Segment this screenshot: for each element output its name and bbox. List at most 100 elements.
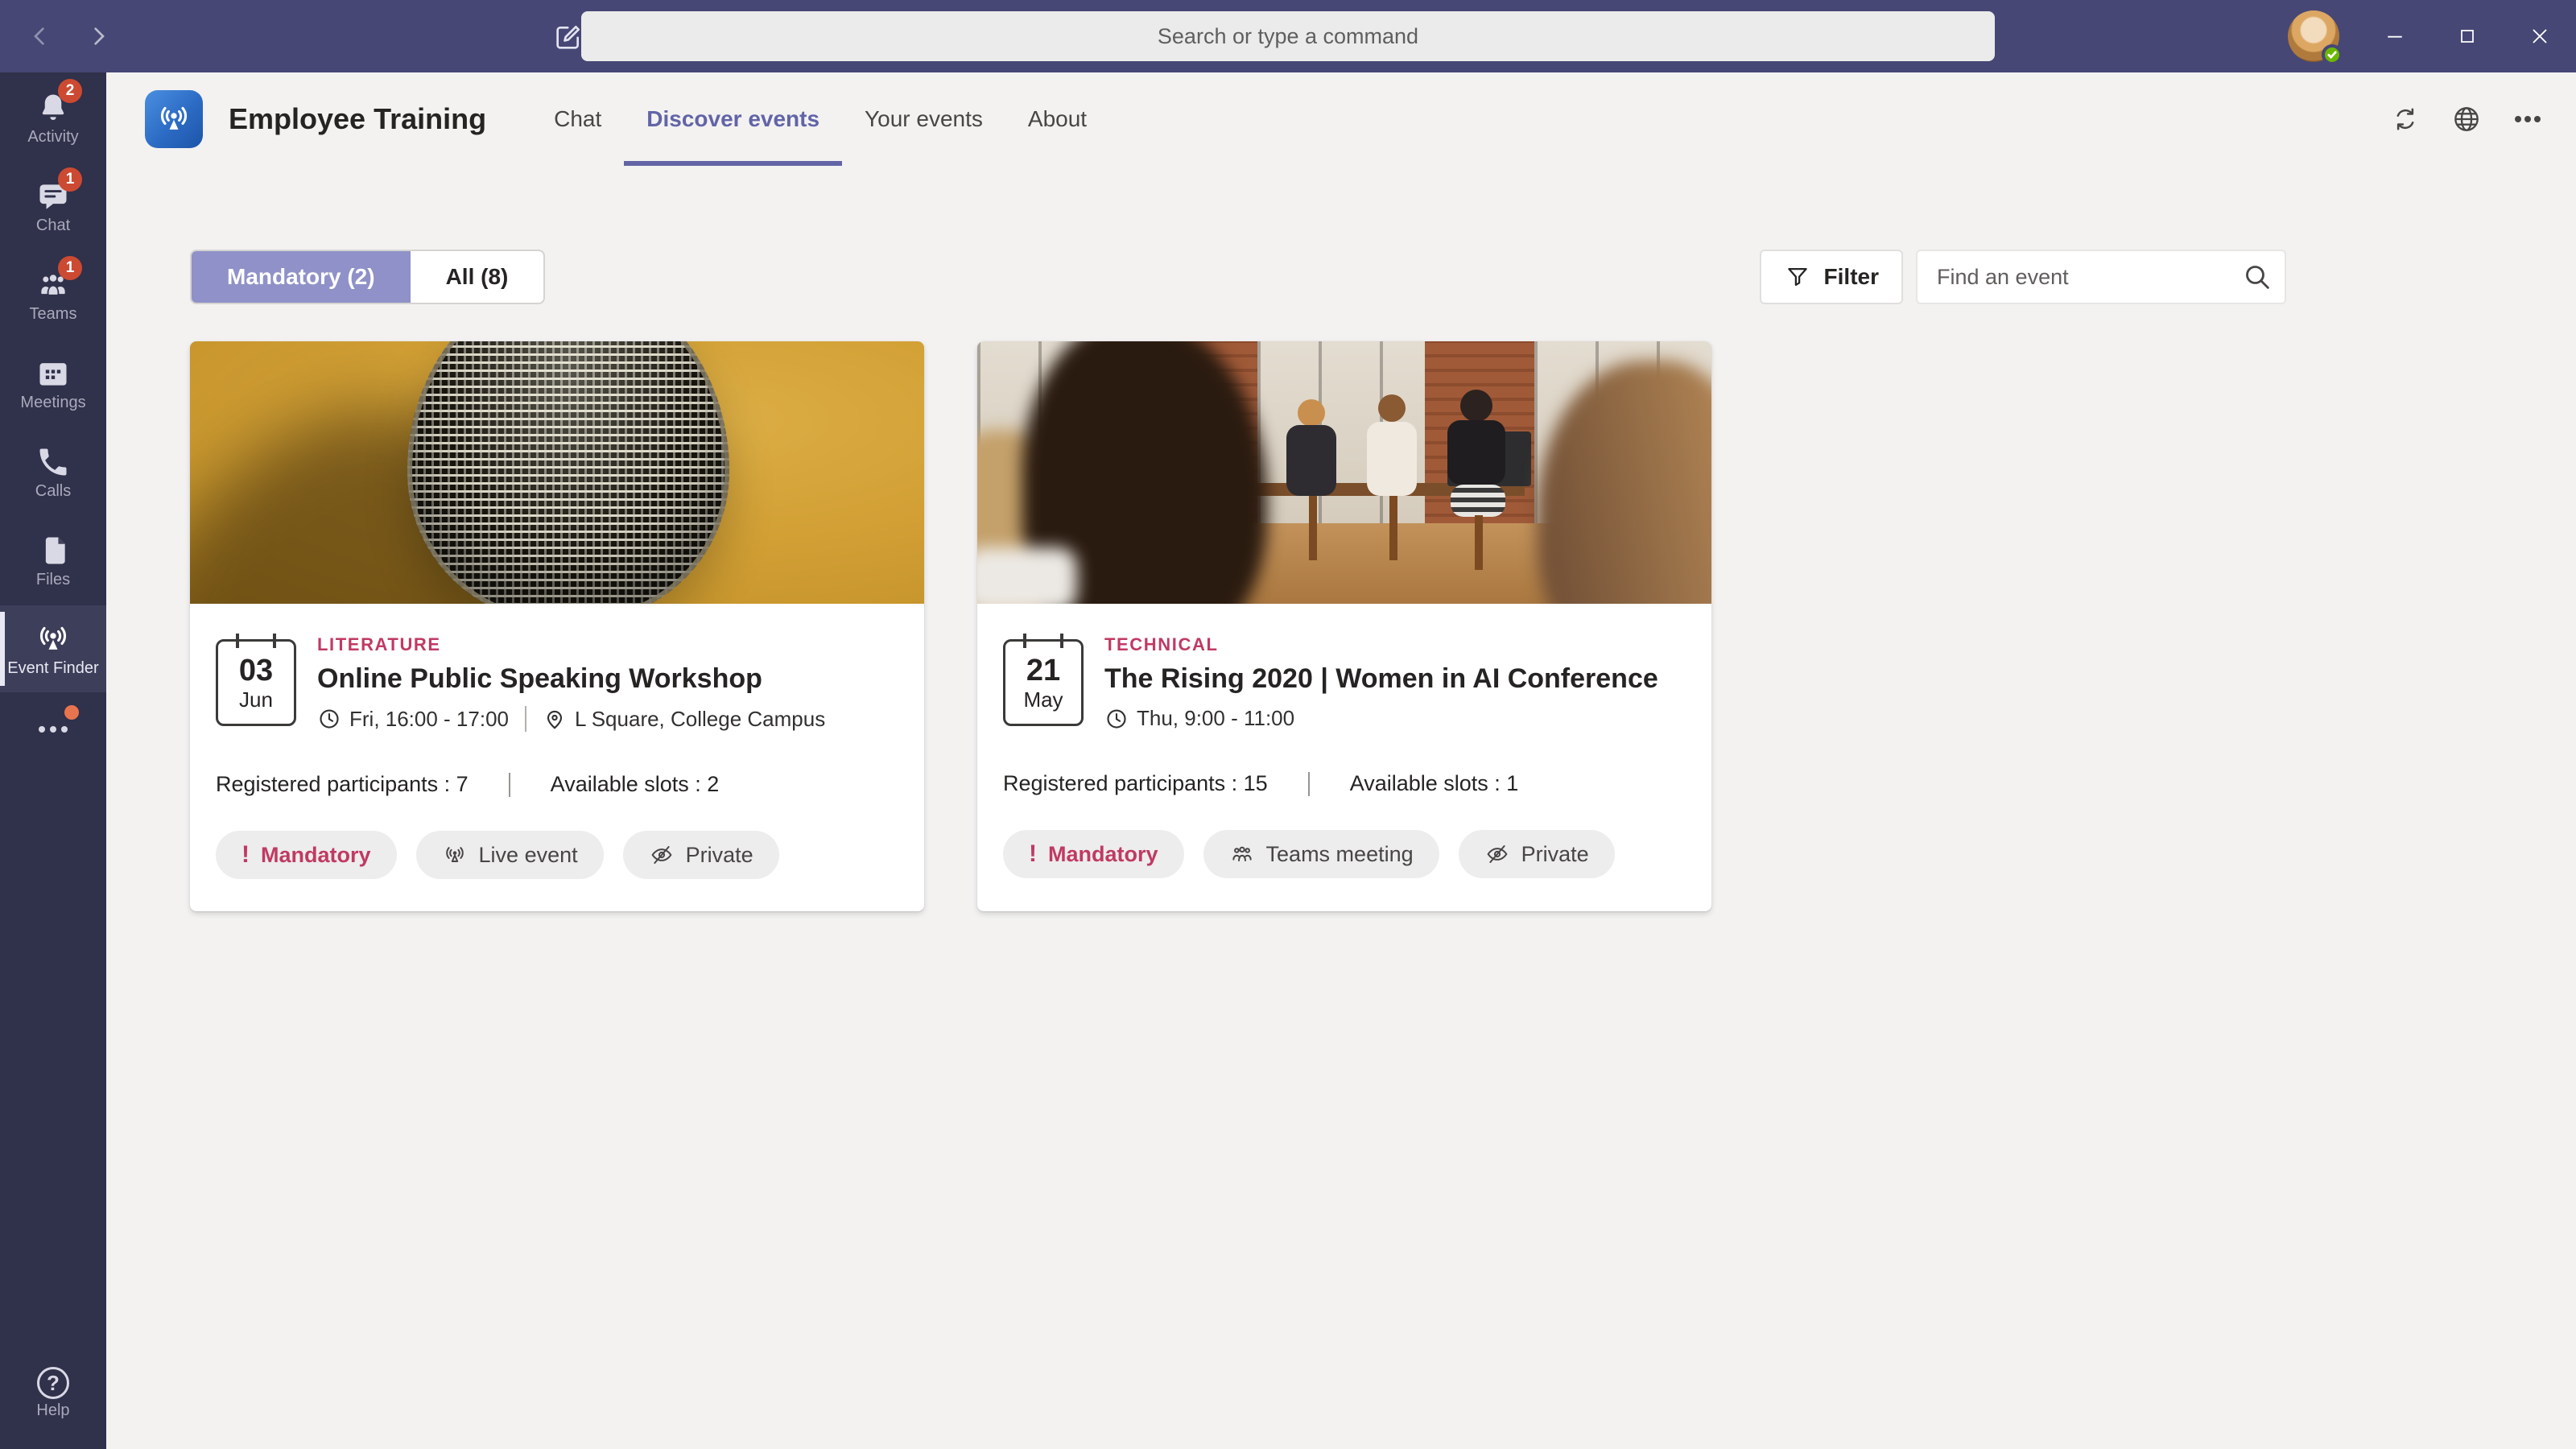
- app-logo: [145, 90, 203, 148]
- teams-meeting-badge: Teams meeting: [1203, 830, 1439, 878]
- sidebar-more-button[interactable]: [0, 694, 106, 765]
- badge-label: Private: [685, 842, 753, 867]
- maximize-icon: [2461, 30, 2474, 43]
- more-notification-dot: [64, 705, 79, 720]
- badge-label: Private: [1521, 841, 1589, 866]
- website-button[interactable]: [2441, 93, 2492, 145]
- sidebar-item-calls[interactable]: Calls: [0, 428, 106, 515]
- close-button[interactable]: [2504, 0, 2576, 72]
- available-slots: Available slots : 2: [550, 772, 720, 796]
- private-badge: Private: [1458, 830, 1615, 878]
- card-body: 03 Jun LITERATURE Online Public Speaking…: [190, 604, 924, 911]
- badge-label: Teams meeting: [1265, 841, 1414, 866]
- refresh-button[interactable]: [2380, 93, 2431, 145]
- tab-discover-events[interactable]: Discover events: [624, 72, 842, 166]
- filter-button[interactable]: Filter: [1759, 250, 1903, 304]
- live-event-icon: [445, 847, 464, 862]
- chevron-left-icon: [34, 27, 44, 45]
- eye-off-icon: [651, 846, 672, 864]
- sidebar-item-label: Teams: [29, 305, 77, 323]
- file-icon: [45, 537, 65, 564]
- tab-your-events[interactable]: Your events: [842, 72, 1005, 166]
- tab-chat[interactable]: Chat: [531, 72, 624, 166]
- microphone-photo: [190, 341, 924, 604]
- alert-icon: !: [242, 841, 250, 868]
- sidebar-item-files[interactable]: Files: [0, 517, 106, 604]
- event-time: Thu, 9:00 - 11:00: [1137, 706, 1295, 730]
- sidebar-item-chat[interactable]: Chat 1: [0, 163, 106, 250]
- chevron-right-icon: [94, 27, 105, 45]
- event-title[interactable]: Online Public Speaking Workshop: [317, 663, 825, 695]
- participants-row: Registered participants : 7 Available sl…: [216, 772, 898, 797]
- sidebar-item-event-finder[interactable]: Event Finder: [0, 605, 106, 692]
- close-icon: [2533, 29, 2547, 43]
- event-month: May: [1023, 687, 1063, 712]
- event-month: Jun: [239, 687, 273, 712]
- toolbar-right: Filter: [1759, 250, 2286, 304]
- more-options-button[interactable]: [2502, 93, 2553, 145]
- eye-off-icon: [1487, 845, 1508, 863]
- badge-label: Mandatory: [261, 842, 371, 867]
- participants-divider: [508, 772, 510, 797]
- registered-participants: Registered participants : 15: [1003, 771, 1268, 795]
- available-slots: Available slots : 1: [1349, 771, 1519, 795]
- event-card-public-speaking[interactable]: 03 Jun LITERATURE Online Public Speaking…: [190, 341, 924, 911]
- meta-divider: [525, 706, 526, 732]
- participants-divider: [1307, 771, 1310, 796]
- clock-icon: [320, 709, 339, 729]
- calendar-icon: [39, 363, 67, 386]
- sidebar-item-help[interactable]: ? Help: [0, 1349, 106, 1436]
- search-icon[interactable]: [2241, 261, 2273, 293]
- presence-available-icon: [2322, 44, 2343, 65]
- card-body: 21 May TECHNICAL The Rising 2020 | Women…: [977, 604, 1711, 910]
- user-avatar[interactable]: [2288, 10, 2343, 65]
- more-dots-icon: [50, 726, 56, 733]
- broadcast-icon: [39, 626, 67, 650]
- forward-button[interactable]: [77, 15, 119, 57]
- teams-window: Activity 2 Chat 1 Teams 1: [0, 0, 2576, 1449]
- event-card-women-in-ai[interactable]: 21 May TECHNICAL The Rising 2020 | Women…: [977, 341, 1711, 911]
- tab-about[interactable]: About: [1005, 72, 1109, 166]
- rail-spacer: [0, 765, 106, 1348]
- event-category: LITERATURE: [317, 634, 441, 654]
- events-toolbar: Mandatory (2) All (8) Filter: [190, 250, 2286, 304]
- history-nav: [19, 0, 119, 72]
- sidebar-item-label: Help: [36, 1402, 70, 1419]
- app-tabs: Chat Discover events Your events About: [531, 72, 1109, 166]
- event-title[interactable]: The Rising 2020 | Women in AI Conference: [1104, 663, 1658, 695]
- sidebar-item-teams[interactable]: Teams 1: [0, 251, 106, 338]
- compose-icon: [556, 26, 580, 49]
- participants-row: Registered participants : 15 Available s…: [1003, 771, 1686, 796]
- location-pin-icon: [547, 710, 563, 729]
- back-button[interactable]: [19, 15, 61, 57]
- sidebar-item-meetings[interactable]: Meetings: [0, 340, 106, 427]
- badge-label: Mandatory: [1048, 841, 1158, 866]
- mandatory-badge: ! Mandatory: [216, 831, 397, 879]
- teams-badge: 1: [58, 256, 82, 280]
- minimize-button[interactable]: [2359, 0, 2431, 72]
- event-day: 21: [1026, 654, 1061, 687]
- event-filter-segments: Mandatory (2) All (8): [190, 250, 546, 304]
- funnel-icon: [1787, 267, 1807, 287]
- maximize-button[interactable]: [2431, 0, 2504, 72]
- command-search-input[interactable]: [581, 11, 1995, 61]
- segment-mandatory[interactable]: Mandatory (2): [192, 251, 411, 303]
- segment-all[interactable]: All (8): [411, 251, 544, 303]
- broadcast-icon: [160, 106, 188, 130]
- sidebar-item-label: Meetings: [20, 394, 86, 411]
- sidebar-item-label: Event Finder: [7, 659, 99, 677]
- filter-button-label: Filter: [1823, 264, 1879, 289]
- main-panel: Employee Training Chat Discover events Y…: [106, 72, 2576, 1449]
- private-badge: Private: [622, 831, 779, 879]
- registered-participants: Registered participants : 7: [216, 772, 469, 796]
- mandatory-badge: ! Mandatory: [1003, 830, 1184, 878]
- panel-discussion-photo: [977, 341, 1711, 604]
- app-header: Employee Training Chat Discover events Y…: [106, 72, 2576, 166]
- globe-icon: [2454, 107, 2479, 131]
- people-icon: [1232, 846, 1252, 861]
- event-badges: ! Mandatory Live event Private: [216, 831, 898, 879]
- badge-label: Live event: [478, 842, 578, 867]
- minimize-icon: [2388, 35, 2402, 38]
- find-event-input[interactable]: [1916, 250, 2286, 304]
- sidebar-item-activity[interactable]: Activity 2: [0, 74, 106, 161]
